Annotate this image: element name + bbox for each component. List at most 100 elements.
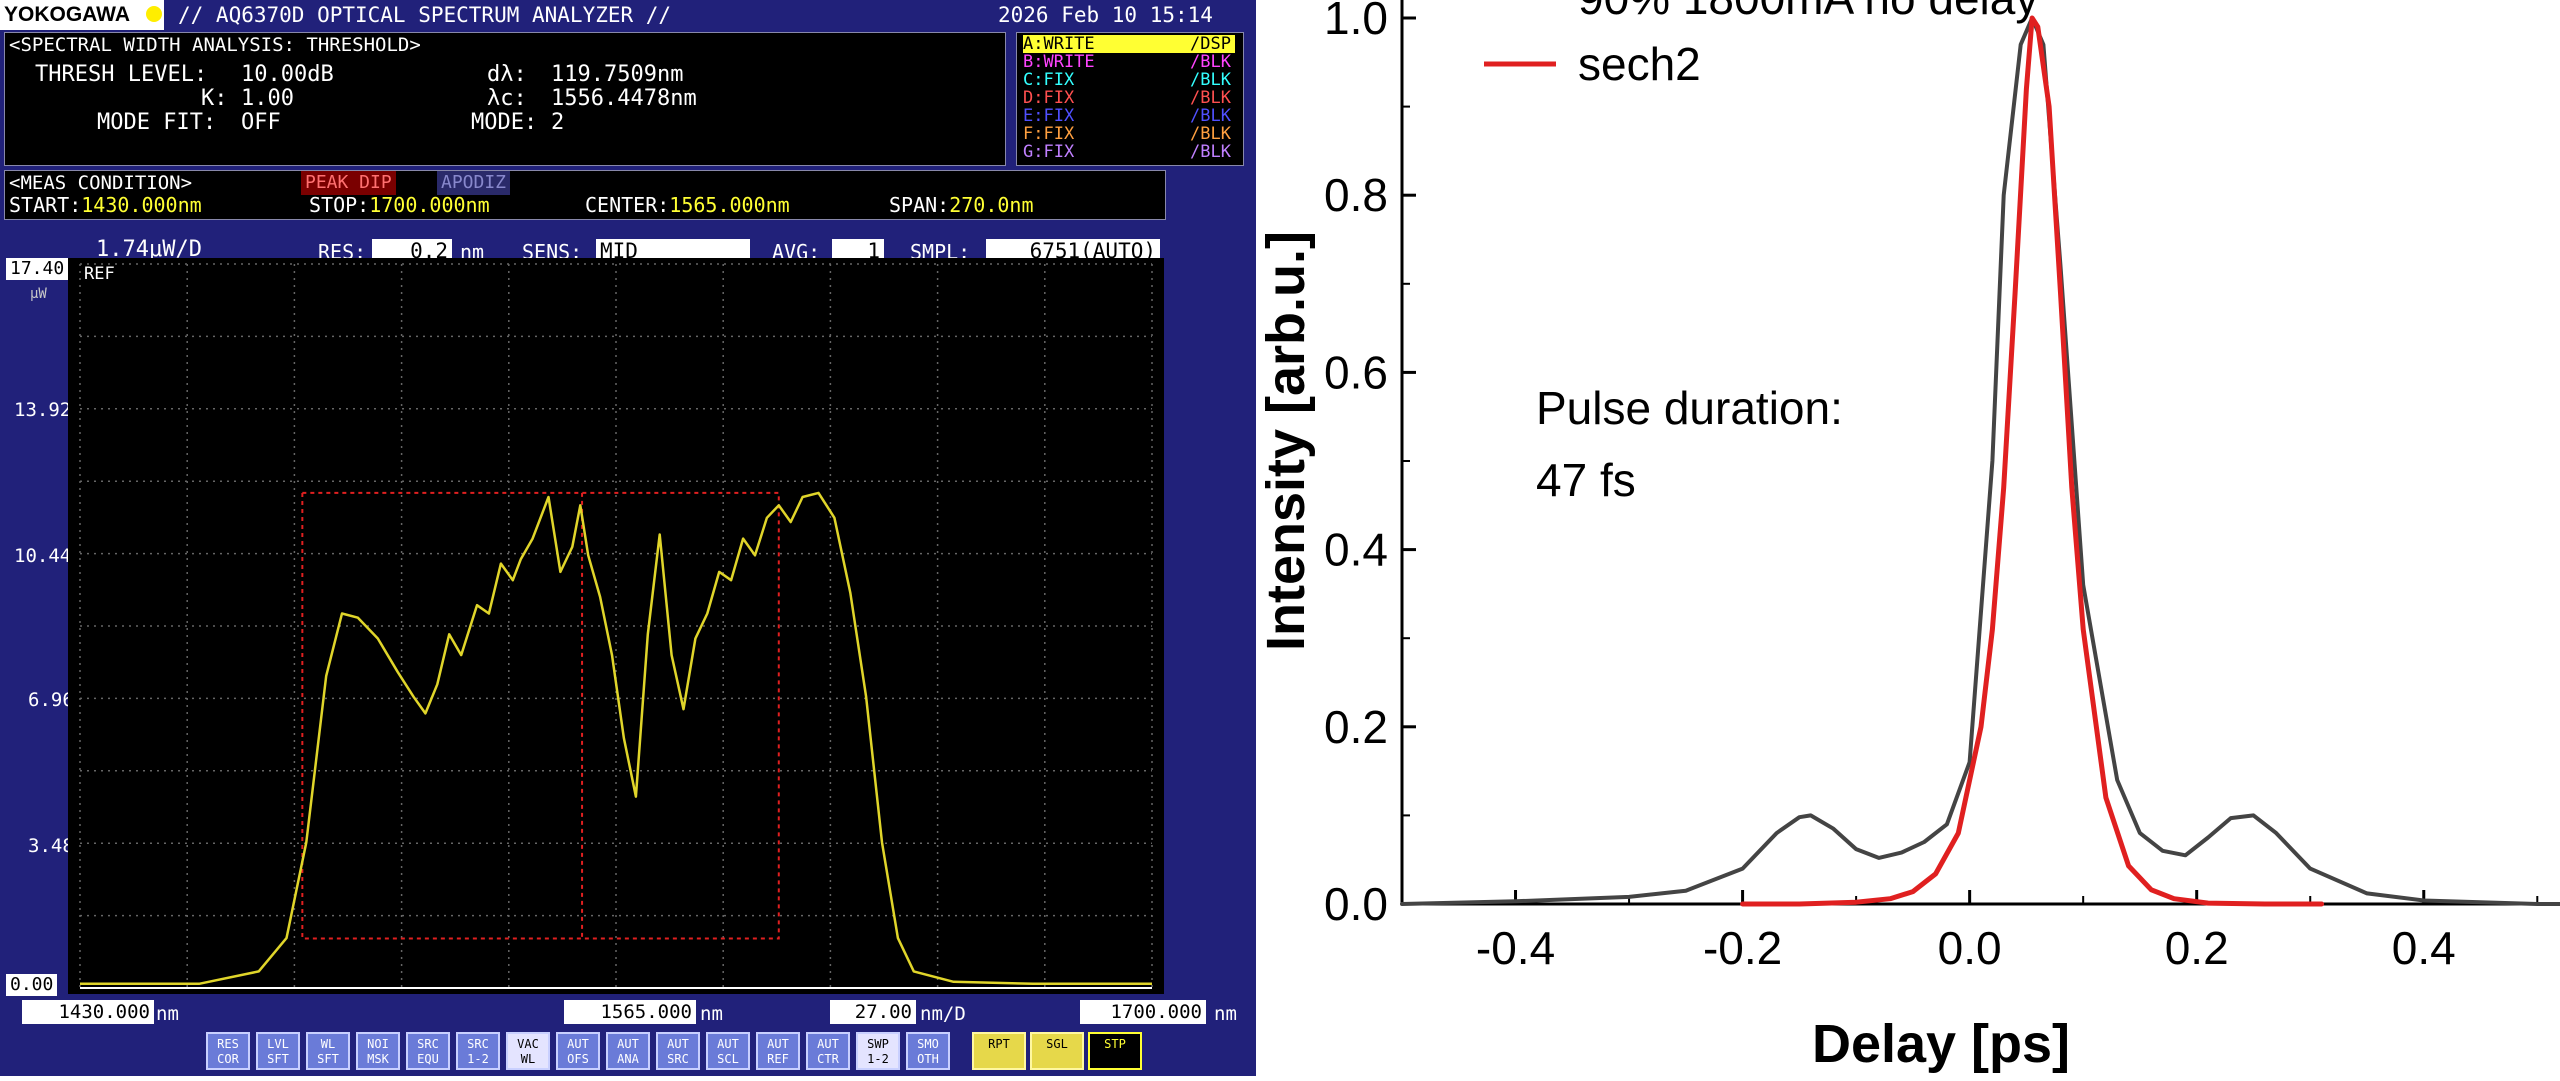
function-key-wl-sft[interactable]: WL SFT (306, 1032, 350, 1070)
function-key-res-cor[interactable]: RES COR (206, 1032, 250, 1070)
trace-list: A:WRITE/DSP B:WRITE/BLK C:FIX/BLK D:FIX/BLK… (1016, 32, 1244, 166)
osa-screen: YOKOGAWA // AQ6370D OPTICAL SPECTRUM ANA… (0, 0, 1256, 1076)
function-key-aut-src[interactable]: AUT SRC (656, 1032, 700, 1070)
modefit-label: MODE FIT: (97, 110, 217, 135)
trace-name: A:WRITE (1023, 34, 1095, 54)
y-axis-title: Intensity [arb.u.] (1256, 231, 1316, 651)
function-key-smo-oth[interactable]: SMO OTH (906, 1032, 950, 1070)
function-key-src-equ[interactable]: SRC EQU (406, 1032, 450, 1070)
dl-label: dλ: (487, 62, 527, 87)
function-key-sgl[interactable]: SGL (1030, 1032, 1084, 1070)
lc-label: λc: (487, 86, 527, 111)
thresh-value: 10.00dB (241, 62, 334, 87)
y-tick-label: 0.6 (1324, 346, 1388, 398)
x-start-unit: nm (156, 1003, 179, 1025)
trace-state: /BLK (1190, 88, 1231, 108)
modefit-value: OFF (241, 110, 281, 135)
function-key-aut-ana[interactable]: AUT ANA (606, 1032, 650, 1070)
trace-name: E:FIX (1023, 106, 1075, 126)
x-tick-label: -0.2 (1703, 922, 1782, 974)
trace-row[interactable]: C:FIX/BLK (1023, 71, 1235, 89)
meas-tag-apodiz: APODIZ (437, 171, 511, 195)
x-axis-title: Delay [ps] (1812, 1014, 2070, 1074)
bottom-level-value: 0.00 (6, 974, 58, 996)
y-tick-label: 0.2 (1324, 701, 1388, 753)
x-tick-label: -0.4 (1476, 922, 1555, 974)
y-tick-label: 0.0 (1324, 878, 1388, 930)
trace-state: /BLK (1190, 142, 1231, 162)
annotation-text: 47 fs (1536, 454, 1636, 506)
meas-tag-peakdip: PEAK DIP (301, 171, 396, 195)
stop-label: STOP: (309, 193, 370, 217)
x-start-value: 1430.000 (22, 1000, 154, 1024)
legend-label: sech2 (1578, 38, 1701, 90)
y-tick-label: 1.0 (1324, 0, 1388, 44)
function-key-noi-msk[interactable]: NOI MSK (356, 1032, 400, 1070)
brand-dot-icon (146, 6, 162, 22)
trace-state: /BLK (1190, 124, 1231, 144)
autocorrelation-figure: 0.0 0.2 0.4 0.6 0.8 1.0 -0.4 -0.2 0.0 0.2 0.4 Delay… (1256, 0, 2560, 1076)
trace-row[interactable]: G:FIX/BLK (1023, 143, 1235, 161)
analysis-title: <SPECTRAL WIDTH ANALYSIS: THRESHOLD> (9, 34, 421, 56)
meas-title: <MEAS CONDITION> (9, 172, 193, 194)
y-tick-label: 13.92 (14, 399, 72, 421)
x-tick-label: 0.0 (1938, 922, 2002, 974)
span-value: 270.0nm (949, 193, 1034, 217)
y-tick-label: 6.96 (28, 689, 74, 711)
function-key-aut-ctr[interactable]: AUT CTR (806, 1032, 850, 1070)
function-key-stp[interactable]: STP (1088, 1032, 1142, 1070)
function-key-lvl-sft[interactable]: LVL SFT (256, 1032, 300, 1070)
autocorrelation-plot: 0.0 0.2 0.4 0.6 0.8 1.0 -0.4 -0.2 0.0 0.2 0.4 Delay… (1256, 0, 2560, 1074)
k-label: K: (201, 86, 228, 111)
trace-state: /BLK (1190, 106, 1231, 126)
y-tick-label: 10.44 (14, 545, 72, 567)
trace-row[interactable]: A:WRITE/DSP (1023, 35, 1235, 53)
center-value: 1565.000nm (669, 193, 790, 217)
x-tick-label: 0.2 (2165, 922, 2229, 974)
thresh-label: THRESH LEVEL: (35, 62, 208, 87)
function-key-aut-scl[interactable]: AUT SCL (706, 1032, 750, 1070)
trace-name: G:FIX (1023, 142, 1075, 162)
x-center-value: 1565.000 (564, 1000, 696, 1024)
k-value: 1.00 (241, 86, 294, 111)
osa-spectrum-plot (79, 263, 1153, 989)
trace-row[interactable]: E:FIX/BLK (1023, 107, 1235, 125)
start-label: START: (9, 193, 82, 217)
ref-unit: μW (30, 286, 47, 302)
dl-value: 119.7509nm (551, 62, 684, 87)
function-key-vac-wl[interactable]: VAC WL (506, 1032, 550, 1070)
y-tick-label: 3.48 (28, 835, 74, 857)
center-label: CENTER: (585, 193, 670, 217)
trace-state: /BLK (1190, 52, 1231, 72)
mode-value: 2 (551, 110, 565, 135)
analysis-panel: <SPECTRAL WIDTH ANALYSIS: THRESHOLD> THR… (4, 32, 1006, 166)
function-key-src-1-2[interactable]: SRC 1-2 (456, 1032, 500, 1070)
y-tick-label: 0.8 (1324, 169, 1388, 221)
trace-name: C:FIX (1023, 70, 1075, 90)
legend-label: 90% 1800mA no delay (1578, 0, 2038, 24)
threshold-box (301, 491, 780, 940)
lc-value: 1556.4478nm (551, 86, 697, 111)
trace-state: /DSP (1190, 34, 1231, 54)
start-value: 1430.000nm (81, 193, 202, 217)
annotation-text: Pulse duration: (1536, 382, 1843, 434)
trace-row[interactable]: B:WRITE/BLK (1023, 53, 1235, 71)
x-div-unit: nm/D (920, 1003, 966, 1025)
function-key-rpt[interactable]: RPT (972, 1032, 1026, 1070)
window-title: // AQ6370D OPTICAL SPECTRUM ANALYZER // (178, 3, 672, 27)
function-key-aut-ofs[interactable]: AUT OFS (556, 1032, 600, 1070)
ref-level-value: 17.40 (6, 258, 69, 280)
function-key-swp-1-2[interactable]: SWP 1-2 (856, 1032, 900, 1070)
meas-condition-panel: <MEAS CONDITION> PEAK DIP APODIZ START:1… (4, 170, 1166, 220)
y-tick-label: 0.4 (1324, 524, 1388, 576)
datetime: 2026 Feb 10 15:14 (998, 3, 1213, 27)
trace-name: B:WRITE (1023, 52, 1095, 72)
function-key-aut-ref[interactable]: AUT REF (756, 1032, 800, 1070)
trace-row[interactable]: D:FIX/BLK (1023, 89, 1235, 107)
brand-logo: YOKOGAWA (0, 0, 164, 30)
span-label: SPAN: (889, 193, 950, 217)
x-stop-value: 1700.000 (1080, 1000, 1206, 1024)
trace-row[interactable]: F:FIX/BLK (1023, 125, 1235, 143)
mode-label: MODE: (471, 110, 538, 135)
x-div-value: 27.00 (830, 1000, 916, 1024)
